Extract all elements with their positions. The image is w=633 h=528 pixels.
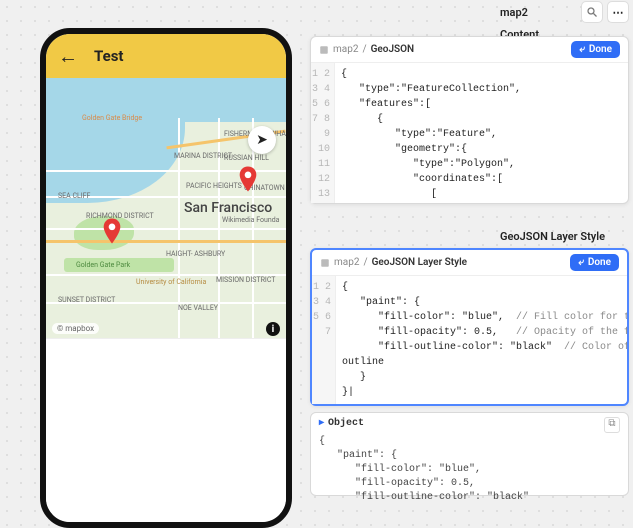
done-label: Done bbox=[588, 257, 611, 268]
line-gutter: 1 2 3 4 5 6 7 bbox=[312, 276, 336, 404]
output-type: Object bbox=[328, 417, 364, 433]
search-icon[interactable] bbox=[581, 1, 603, 23]
map-label: SEA CLIFF bbox=[58, 192, 90, 200]
map-label: MISSION DISTRICT bbox=[216, 276, 275, 284]
copy-icon[interactable]: ⧉ bbox=[604, 417, 620, 433]
return-icon: ⤶ bbox=[578, 257, 584, 268]
map-view[interactable]: Golden Gate Bridge FISHERMAN'S WHARF MAR… bbox=[46, 78, 286, 338]
map-label: HAIGHT- ASHBURY bbox=[166, 250, 225, 258]
more-icon[interactable]: ⋯ bbox=[607, 1, 629, 23]
map-attribution: © mapbox bbox=[52, 323, 99, 334]
code-editor[interactable]: { "paint": { "fill-color": "blue", // Fi… bbox=[336, 276, 627, 404]
app-title: Test bbox=[94, 47, 124, 65]
map-pin-icon[interactable] bbox=[102, 218, 122, 244]
map-city-label: San Francisco bbox=[184, 200, 272, 216]
breadcrumb-parent[interactable]: map2 bbox=[333, 44, 358, 55]
map-label: SUNSET DISTRICT bbox=[58, 296, 115, 304]
done-button[interactable]: ⤶ Done bbox=[571, 41, 620, 58]
done-button[interactable]: ⤶ Done bbox=[570, 254, 619, 271]
code-panel-geojson: map2 / GeoJSON ⤶ Done 1 2 3 4 5 6 7 8 9 … bbox=[310, 36, 629, 204]
output-panel: ▸ Object ⧉ { "paint": { "fill-color": "b… bbox=[310, 412, 629, 496]
locate-me-button[interactable]: ➤ bbox=[248, 126, 276, 154]
blank-area bbox=[46, 338, 286, 522]
breadcrumb[interactable]: map2 / GeoJSON Layer Style bbox=[320, 257, 467, 268]
disclosure-triangle-icon[interactable]: ▸ bbox=[319, 417, 324, 433]
inspector-title: map2 bbox=[500, 6, 528, 19]
map-label: Golden Gate Park bbox=[76, 261, 130, 269]
map-info-icon[interactable]: i bbox=[266, 322, 280, 336]
device-preview: ← Test Golden Gate Bridge FISHERMAN'S WH… bbox=[40, 28, 292, 528]
map-label: RUSSIAN HILL bbox=[224, 154, 269, 162]
navigation-arrow-icon: ➤ bbox=[256, 132, 268, 148]
breadcrumb-parent[interactable]: map2 bbox=[334, 257, 359, 268]
line-gutter: 1 2 3 4 5 6 7 8 9 10 11 12 13 14 bbox=[311, 63, 335, 203]
breadcrumb-self: GeoJSON Layer Style bbox=[372, 257, 467, 268]
back-icon[interactable]: ← bbox=[58, 44, 78, 69]
inspector-header: map2 ⋯ bbox=[500, 0, 629, 24]
breadcrumb-self: GeoJSON bbox=[371, 44, 415, 55]
section-label-style: GeoJSON Layer Style bbox=[500, 230, 605, 243]
breadcrumb[interactable]: map2 / GeoJSON bbox=[319, 44, 414, 55]
output-body: { "paint": { "fill-color": "blue", "fill… bbox=[319, 435, 620, 505]
map-label: Wikimedia Founda bbox=[222, 216, 279, 224]
map-label: Golden Gate Bridge bbox=[82, 114, 142, 122]
done-label: Done bbox=[589, 44, 612, 55]
map-label: PACIFIC HEIGHTS bbox=[186, 182, 242, 190]
map-pin-icon[interactable] bbox=[238, 166, 258, 192]
code-panel-layer-style: map2 / GeoJSON Layer Style ⤶ Done 1 2 3 … bbox=[310, 248, 629, 406]
code-editor[interactable]: { "type":"FeatureCollection", "features"… bbox=[335, 63, 628, 203]
map-label: NOE VALLEY bbox=[178, 304, 218, 312]
app-header: ← Test bbox=[46, 34, 286, 78]
map-label: University of California bbox=[136, 278, 206, 286]
return-icon: ⤶ bbox=[579, 44, 585, 55]
